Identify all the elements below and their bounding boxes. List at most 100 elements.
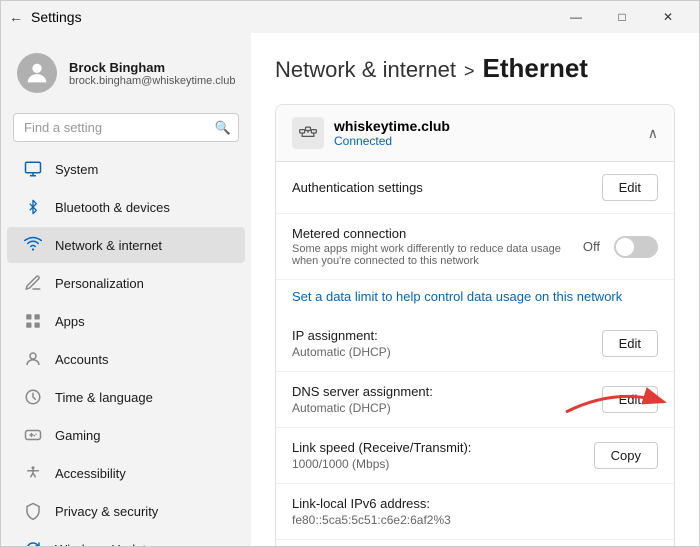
sidebar-item-bluetooth-label: Bluetooth & devices — [55, 200, 170, 215]
sidebar-item-gaming[interactable]: Gaming — [7, 417, 245, 453]
auth-setting-label: Authentication settings — [292, 180, 423, 195]
metered-toggle-group: Off — [583, 236, 658, 258]
sidebar-item-apps[interactable]: Apps — [7, 303, 245, 339]
link-speed-row: Link speed (Receive/Transmit): 1000/1000… — [276, 428, 674, 484]
system-icon — [23, 159, 43, 179]
sidebar-item-accounts[interactable]: Accounts — [7, 341, 245, 377]
site-name: whiskeytime.club — [334, 118, 450, 134]
sidebar-item-privacy[interactable]: Privacy & security — [7, 493, 245, 529]
ipv4-row: IPv4 address: — [276, 540, 674, 546]
sidebar-item-apps-label: Apps — [55, 314, 85, 329]
sidebar-item-privacy-label: Privacy & security — [55, 504, 158, 519]
card-title-block: whiskeytime.club Connected — [334, 118, 450, 148]
sidebar-profile: Brock Bingham brock.bingham@whiskeytime.… — [1, 41, 251, 105]
ipv6-info: Link-local IPv6 address: fe80::5ca5:5c51… — [292, 496, 451, 527]
metered-desc: Some apps might work differently to redu… — [292, 243, 583, 267]
sidebar-item-time-label: Time & language — [55, 390, 153, 405]
ip-row: IP assignment: Automatic (DHCP) Edit — [276, 316, 674, 372]
network-icon — [23, 235, 43, 255]
connected-status: Connected — [334, 134, 450, 148]
apps-icon — [23, 311, 43, 331]
titlebar-left: ← Settings — [9, 9, 82, 25]
avatar — [17, 53, 57, 93]
metered-row: Metered connection Some apps might work … — [276, 214, 674, 280]
sidebar-item-bluetooth[interactable]: Bluetooth & devices — [7, 189, 245, 225]
accounts-icon — [23, 349, 43, 369]
dns-value: Automatic (DHCP) — [292, 401, 433, 415]
sidebar-item-time[interactable]: Time & language — [7, 379, 245, 415]
sidebar-item-gaming-label: Gaming — [55, 428, 101, 443]
metered-toggle-label: Off — [583, 239, 600, 254]
search-input[interactable] — [13, 113, 239, 142]
ipv6-label: Link-local IPv6 address: — [292, 496, 451, 511]
copy-button[interactable]: Copy — [594, 442, 658, 469]
data-limit-link[interactable]: Set a data limit to help control data us… — [292, 289, 622, 304]
page-header: Network & internet > Ethernet — [275, 53, 675, 84]
sidebar-item-system-label: System — [55, 162, 98, 177]
sidebar: Brock Bingham brock.bingham@whiskeytime.… — [1, 33, 251, 546]
ipv6-value: fe80::5ca5:5c51:c6e2:6af2%3 — [292, 513, 451, 527]
accessibility-icon — [23, 463, 43, 483]
main-content: Network & internet > Ethernet whiskeytim… — [251, 33, 699, 546]
card-body: Authentication settings Edit Metered con… — [276, 162, 674, 546]
bluetooth-icon — [23, 197, 43, 217]
metered-label: Metered connection — [292, 226, 583, 241]
titlebar-controls: — □ ✕ — [553, 1, 691, 33]
link-speed-info: Link speed (Receive/Transmit): 1000/1000… — [292, 440, 471, 471]
sidebar-item-system[interactable]: System — [7, 151, 245, 187]
avatar-icon — [17, 53, 57, 93]
ipv6-row: Link-local IPv6 address: fe80::5ca5:5c51… — [276, 484, 674, 540]
content-area: Brock Bingham brock.bingham@whiskeytime.… — [1, 33, 699, 546]
minimize-button[interactable]: — — [553, 1, 599, 33]
toggle-knob — [616, 238, 634, 256]
profile-info: Brock Bingham brock.bingham@whiskeytime.… — [69, 60, 235, 87]
gaming-icon — [23, 425, 43, 445]
profile-name: Brock Bingham — [69, 60, 235, 75]
titlebar: ← Settings — □ ✕ — [1, 1, 699, 33]
card-header-info: whiskeytime.club Connected — [292, 117, 450, 149]
privacy-icon — [23, 501, 43, 521]
search-box: 🔍 — [13, 113, 239, 142]
breadcrumb-chevron: > — [464, 61, 475, 82]
titlebar-title: Settings — [31, 9, 82, 25]
card-header: whiskeytime.club Connected ∧ — [276, 105, 674, 162]
sidebar-item-accessibility[interactable]: Accessibility — [7, 455, 245, 491]
close-button[interactable]: ✕ — [645, 1, 691, 33]
ip-edit-button[interactable]: Edit — [602, 330, 658, 357]
auth-edit-button[interactable]: Edit — [602, 174, 658, 201]
breadcrumb-current: Ethernet — [482, 53, 587, 84]
network-card: whiskeytime.club Connected ∧ Authenticat… — [275, 104, 675, 546]
sidebar-item-network[interactable]: Network & internet — [7, 227, 245, 263]
ip-label: IP assignment: — [292, 328, 391, 343]
dns-edit-button[interactable]: Edit — [602, 386, 658, 413]
sidebar-item-accessibility-label: Accessibility — [55, 466, 126, 481]
personalization-icon — [23, 273, 43, 293]
sidebar-item-personalization-label: Personalization — [55, 276, 144, 291]
sidebar-item-accounts-label: Accounts — [55, 352, 108, 367]
auth-settings-row: Authentication settings Edit — [276, 162, 674, 214]
link-speed-label: Link speed (Receive/Transmit): — [292, 440, 471, 455]
maximize-button[interactable]: □ — [599, 1, 645, 33]
dns-info: DNS server assignment: Automatic (DHCP) — [292, 384, 433, 415]
back-icon[interactable]: ← — [9, 9, 23, 25]
data-link-row: Set a data limit to help control data us… — [276, 280, 674, 316]
dns-row: DNS server assignment: Automatic (DHCP) … — [276, 372, 674, 428]
sidebar-item-update[interactable]: Windows Update — [7, 531, 245, 546]
update-icon — [23, 539, 43, 546]
sidebar-item-update-label: Windows Update — [55, 542, 153, 547]
search-icon: 🔍 — [215, 120, 231, 136]
collapse-icon[interactable]: ∧ — [648, 125, 658, 142]
profile-email: brock.bingham@whiskeytime.club — [69, 75, 235, 87]
metered-toggle[interactable] — [614, 236, 658, 258]
ip-info: IP assignment: Automatic (DHCP) — [292, 328, 391, 359]
metered-info: Metered connection Some apps might work … — [292, 226, 583, 267]
settings-window: ← Settings — □ ✕ Brock Bingham brock.bin… — [0, 0, 700, 547]
ip-value: Automatic (DHCP) — [292, 345, 391, 359]
auth-label: Authentication settings — [292, 180, 423, 195]
ethernet-icon — [292, 117, 324, 149]
sidebar-item-personalization[interactable]: Personalization — [7, 265, 245, 301]
time-icon — [23, 387, 43, 407]
dns-label: DNS server assignment: — [292, 384, 433, 399]
breadcrumb-parent[interactable]: Network & internet — [275, 57, 456, 83]
sidebar-item-network-label: Network & internet — [55, 238, 162, 253]
